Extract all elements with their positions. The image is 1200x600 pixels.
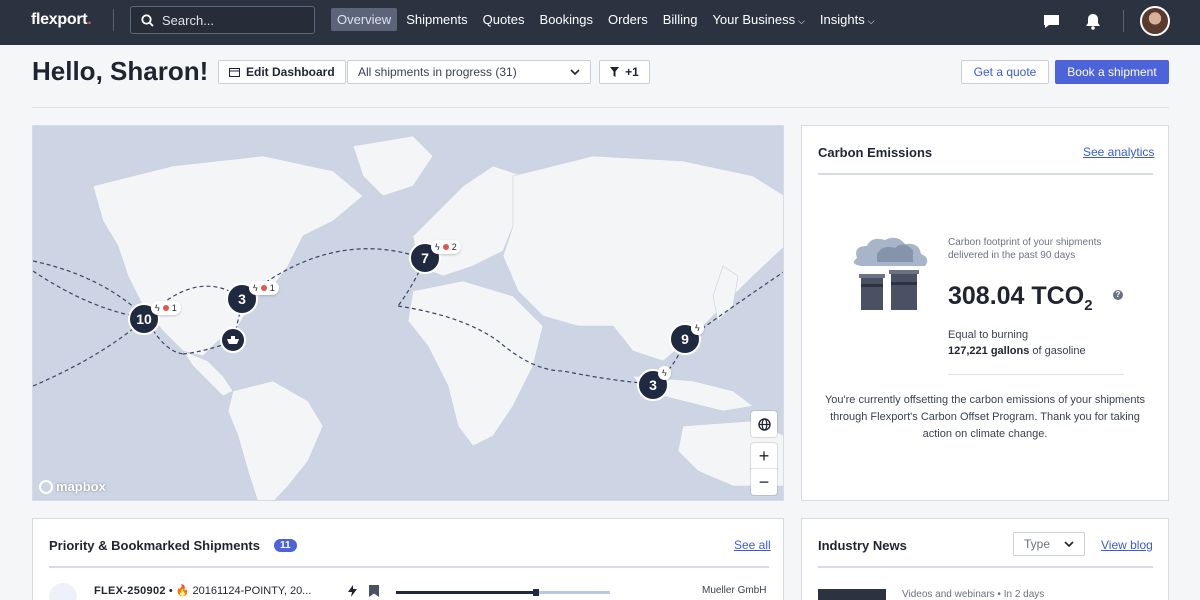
- header-divider: [32, 107, 1169, 108]
- shipment-filter-select[interactable]: All shipments in progress (31): [347, 60, 591, 84]
- landmass-africa: [407, 280, 544, 447]
- shipment-map[interactable]: 10 ϟ1 3 ϟ1 7 ϟ2 9 ϟ 3 ϟ + − mapbox: [32, 125, 784, 501]
- alert-badge: ϟ2: [431, 240, 461, 254]
- alert-dot: [162, 305, 169, 311]
- landmass-central-america: [182, 350, 234, 397]
- bookmark-icon[interactable]: [369, 585, 379, 597]
- ship-icon: [227, 336, 239, 344]
- carbon-divider: [818, 173, 1153, 175]
- help-icon[interactable]: ?: [1113, 290, 1123, 300]
- filter-icon: [610, 67, 620, 77]
- nav-divider: [113, 9, 114, 31]
- news-type-select[interactable]: Type: [1013, 532, 1085, 556]
- landmass-greenland: [352, 135, 434, 197]
- nav-overview[interactable]: Overview: [331, 8, 398, 31]
- lightning-icon: ϟ: [435, 242, 440, 252]
- filter-button[interactable]: +1: [599, 60, 650, 84]
- news-title: Industry News: [818, 538, 907, 553]
- get-quote-button[interactable]: Get a quote: [961, 60, 1049, 84]
- lightning-badge: ϟ: [658, 366, 671, 380]
- row-actions: [348, 585, 379, 597]
- chat-icon[interactable]: [1041, 11, 1061, 31]
- user-avatar[interactable]: [1140, 6, 1170, 36]
- search-icon: [141, 13, 154, 27]
- edit-dashboard-button[interactable]: Edit Dashboard: [218, 60, 346, 84]
- alert-dot: [260, 285, 267, 291]
- nav-right: [1019, 6, 1170, 36]
- landmass-south-america: [227, 380, 324, 500]
- carbon-emissions-panel: Carbon Emissions See analytics Carbon fo…: [801, 125, 1169, 501]
- nav-insights[interactable]: Insights ⌵: [814, 8, 881, 31]
- flexport-logo[interactable]: flexport.: [31, 11, 92, 29]
- factory-icon: [853, 237, 928, 310]
- globe-icon: [757, 417, 771, 431]
- lightning-icon[interactable]: [348, 585, 357, 597]
- footprint-label: Carbon footprint of your shipments deliv…: [948, 237, 1102, 261]
- search-input[interactable]: Search...: [130, 6, 315, 34]
- table-row[interactable]: FLEX-250902 • 🔥 20161124-POINTY, 20...: [94, 584, 311, 597]
- alert-badge: ϟ1: [151, 301, 181, 315]
- page-title: Hello, Sharon!: [32, 56, 209, 86]
- dashboard-icon: [229, 67, 240, 77]
- lightning-icon: ϟ: [155, 303, 160, 313]
- zoom-in-button[interactable]: +: [751, 443, 777, 469]
- nav-links: Overview Shipments Quotes Bookings Order…: [331, 8, 884, 31]
- carbon-title: Carbon Emissions: [818, 145, 933, 160]
- chevron-down-icon: ⌵: [867, 16, 875, 26]
- lightning-badge: ϟ: [691, 321, 704, 335]
- nav-separator: [1123, 10, 1124, 32]
- priority-shipments-panel: Priority & Bookmarked Shipments 11 See a…: [32, 518, 784, 600]
- offset-message: You're currently offsetting the carbon e…: [824, 394, 1146, 440]
- chevron-down-icon: [1064, 541, 1074, 547]
- gasoline-equivalent: Equal to burning 127,221 gallons of gaso…: [948, 329, 1086, 357]
- nav-bookings[interactable]: Bookings: [534, 8, 599, 31]
- book-shipment-button[interactable]: Book a shipment: [1055, 60, 1169, 84]
- industry-news-panel: Industry News Type View blog Videos and …: [801, 518, 1169, 600]
- nav-quotes[interactable]: Quotes: [477, 8, 531, 31]
- alert-dot: [442, 244, 449, 250]
- news-meta: Videos and webinars • In 2 days: [902, 589, 1045, 600]
- chevron-down-icon: ⌵: [798, 16, 805, 26]
- alert-badge: ϟ1: [249, 281, 279, 295]
- priority-title: Priority & Bookmarked Shipments: [49, 538, 260, 553]
- priority-divider: [49, 566, 769, 568]
- search-placeholder: Search...: [162, 12, 215, 28]
- see-analytics-link[interactable]: See analytics: [1083, 145, 1154, 159]
- nav-billing[interactable]: Billing: [657, 8, 704, 31]
- route-line: [33, 317, 147, 387]
- lightning-icon: ϟ: [695, 323, 700, 333]
- zoom-out-button[interactable]: −: [751, 469, 777, 495]
- news-thumbnail[interactable]: [818, 589, 886, 600]
- company-name: Mueller GmbH: [702, 585, 767, 596]
- mapbox-icon: [39, 479, 53, 494]
- lightning-icon: ϟ: [662, 368, 667, 378]
- carbon-value: 308.04 TCO2: [948, 282, 1093, 314]
- progress-fill: [396, 591, 533, 594]
- flag-icon: [49, 583, 77, 600]
- see-all-link[interactable]: See all: [734, 538, 771, 552]
- nav-orders[interactable]: Orders: [602, 8, 654, 31]
- top-nav: flexport. Search... Overview Shipments Q…: [0, 0, 1200, 45]
- progress-marker: [532, 589, 539, 596]
- chevron-down-icon: [570, 69, 580, 75]
- carbon-inner-divider: [948, 374, 1124, 375]
- shipment-count-badge: 11: [274, 539, 297, 552]
- lightning-icon: ϟ: [253, 283, 258, 293]
- landmass-asia: [502, 155, 783, 362]
- ship-marker[interactable]: [220, 327, 246, 353]
- view-blog-link[interactable]: View blog: [1101, 538, 1153, 552]
- mapbox-logo[interactable]: mapbox: [39, 479, 106, 494]
- news-divider: [818, 566, 1153, 568]
- globe-view-button[interactable]: [751, 411, 777, 437]
- bell-icon[interactable]: [1083, 11, 1103, 31]
- nav-your-business[interactable]: Your Business ⌵: [706, 8, 810, 31]
- shipment-progress-bar: [396, 589, 610, 596]
- nav-shipments[interactable]: Shipments: [400, 8, 473, 31]
